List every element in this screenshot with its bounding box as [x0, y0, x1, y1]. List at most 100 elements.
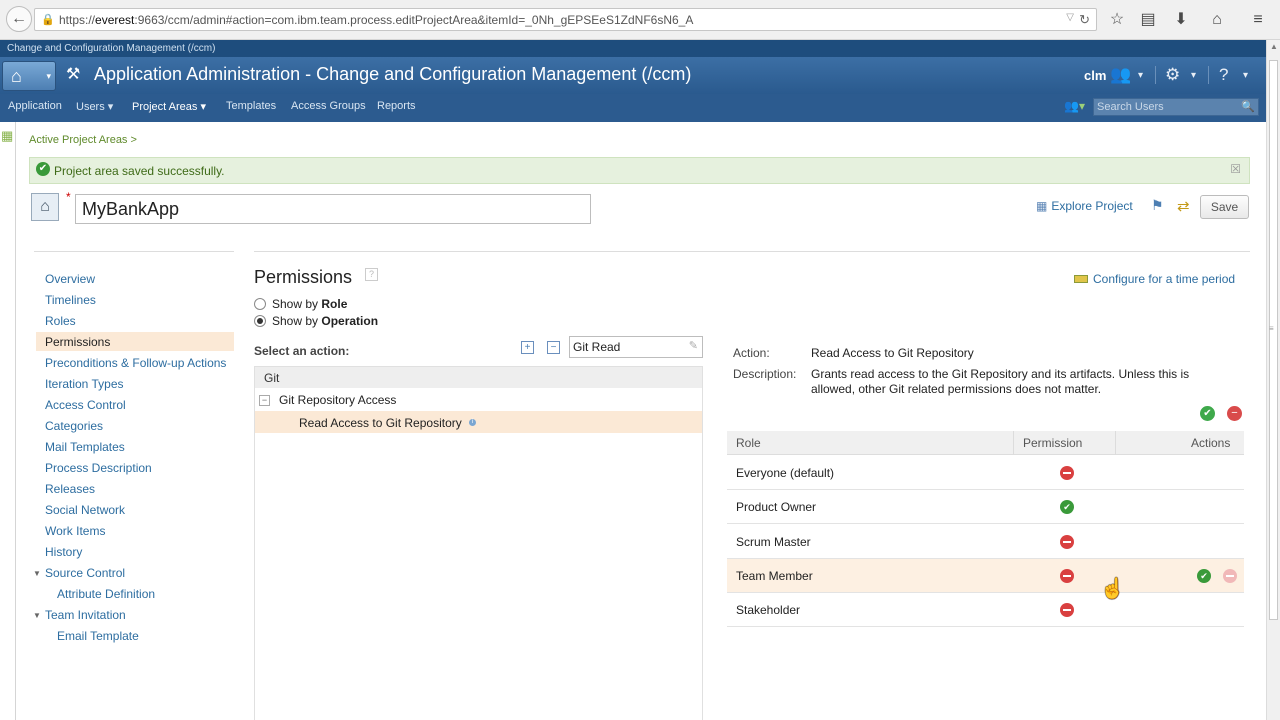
- deny-action-icon[interactable]: [1223, 569, 1237, 583]
- divider: [254, 251, 1250, 252]
- role-name: Stakeholder: [736, 603, 801, 617]
- nav-mail-templates[interactable]: Mail Templates: [45, 440, 125, 454]
- user-search-type-icon[interactable]: 👥▾: [1064, 99, 1085, 113]
- table-row[interactable]: Team Member ✔: [727, 559, 1244, 593]
- scrollbar-thumb[interactable]: [1269, 60, 1278, 620]
- explore-project-link[interactable]: ▦ Explore Project: [1036, 199, 1133, 213]
- help-icon[interactable]: ?: [1219, 65, 1228, 85]
- home-menu-button[interactable]: ⌂ ▾: [2, 61, 56, 91]
- show-by-role-radio[interactable]: [254, 298, 266, 310]
- chevron-down-icon[interactable]: ▾: [1138, 70, 1143, 81]
- nav-process-description[interactable]: Process Description: [45, 461, 152, 475]
- tree-node-read-access[interactable]: Read Access to Git Repository i: [255, 411, 702, 433]
- show-by-operation-radio[interactable]: [254, 315, 266, 327]
- close-icon[interactable]: ☒: [1230, 162, 1241, 176]
- nav-templates[interactable]: Templates: [226, 100, 276, 112]
- allow-all-icon[interactable]: ✔: [1200, 406, 1215, 421]
- role-table-header: Role Permission Actions: [727, 431, 1244, 455]
- chevron-down-icon[interactable]: ▾: [1243, 70, 1248, 81]
- reload-icon[interactable]: ↻: [1079, 12, 1090, 28]
- table-row[interactable]: Product Owner ✔: [727, 490, 1244, 524]
- reading-list-icon[interactable]: ▤: [1137, 9, 1159, 31]
- table-row[interactable]: Everyone (default): [727, 456, 1244, 490]
- project-area-name-field[interactable]: [75, 194, 591, 224]
- nav-email-template[interactable]: Email Template: [57, 629, 139, 643]
- role-name: Team Member: [736, 569, 813, 583]
- refresh-icon[interactable]: ⇄: [1177, 197, 1190, 215]
- lock-icon: 🔒: [41, 14, 55, 26]
- nav-access-groups[interactable]: Access Groups: [291, 100, 366, 112]
- tree-root-git[interactable]: Git: [255, 367, 702, 388]
- nav-permissions[interactable]: Permissions: [36, 332, 234, 351]
- nav-project-areas[interactable]: Project Areas ▾: [132, 100, 206, 113]
- scrollbar-grip: ≡: [1269, 324, 1274, 333]
- vertical-scrollbar[interactable]: ▲ ≡: [1266, 40, 1280, 720]
- gear-icon[interactable]: ⚙: [1165, 65, 1180, 85]
- action-filter-input[interactable]: Git Read ✎: [569, 336, 703, 358]
- select-action-label: Select an action:: [254, 344, 350, 358]
- scroll-up-icon[interactable]: ▲: [1270, 42, 1278, 51]
- column-divider: [1115, 431, 1116, 455]
- nav-overview[interactable]: Overview: [45, 272, 95, 286]
- user-name[interactable]: clm: [1084, 68, 1106, 83]
- menu-icon[interactable]: ≡: [1247, 9, 1269, 31]
- nav-users[interactable]: Users ▾: [76, 100, 113, 113]
- save-button[interactable]: Save: [1200, 195, 1249, 219]
- download-icon[interactable]: ⬇: [1170, 9, 1192, 31]
- grid-icon[interactable]: ▦: [1, 128, 13, 144]
- nav-attribute-definition[interactable]: Attribute Definition: [57, 587, 155, 601]
- nav-history[interactable]: History: [45, 545, 82, 559]
- nav-users-label: Users: [76, 101, 105, 113]
- expand-triangle-icon[interactable]: ▼: [33, 611, 41, 620]
- chevron-down-icon[interactable]: ▾: [1191, 70, 1196, 81]
- nav-work-items[interactable]: Work Items: [45, 524, 105, 538]
- role-name: Scrum Master: [736, 535, 811, 549]
- deny-all-icon[interactable]: −: [1227, 406, 1242, 421]
- feed-icon[interactable]: ⚑: [1151, 197, 1164, 214]
- app-header: ⌂ ▾ ⚒ Application Administration - Change…: [0, 57, 1266, 94]
- nav-iteration-types[interactable]: Iteration Types: [45, 377, 124, 391]
- show-by-operation-label: Show by Operation: [272, 314, 378, 328]
- operation-option-text: Operation: [321, 314, 379, 328]
- nav-reports[interactable]: Reports: [377, 100, 416, 112]
- nav-source-control[interactable]: Source Control: [45, 566, 125, 580]
- nav-team-invitation[interactable]: Team Invitation: [45, 608, 126, 622]
- url-dropdown-icon[interactable]: ▽: [1066, 12, 1074, 23]
- clear-filter-icon[interactable]: ✎: [689, 339, 698, 352]
- users-icon[interactable]: 👥: [1110, 65, 1131, 85]
- nav-preconditions[interactable]: Preconditions & Follow-up Actions: [45, 356, 226, 370]
- nav-social-network[interactable]: Social Network: [45, 503, 125, 517]
- column-divider: [1013, 431, 1014, 455]
- nav-releases[interactable]: Releases: [45, 482, 95, 496]
- bookmark-star-icon[interactable]: ☆: [1106, 9, 1128, 31]
- context-label: Change and Configuration Management (/cc…: [7, 43, 216, 54]
- home-icon[interactable]: ⌂: [1206, 9, 1228, 31]
- search-users-input[interactable]: Search Users 🔍: [1093, 98, 1259, 116]
- nav-roles[interactable]: Roles: [45, 314, 76, 328]
- search-icon[interactable]: 🔍: [1241, 100, 1255, 113]
- breadcrumb[interactable]: Active Project Areas >: [29, 134, 137, 146]
- table-row[interactable]: Scrum Master: [727, 525, 1244, 559]
- info-icon[interactable]: i: [469, 419, 476, 426]
- deny-icon: [1060, 603, 1074, 617]
- header-role: Role: [736, 436, 761, 450]
- role-name: Product Owner: [736, 500, 817, 514]
- expand-triangle-icon[interactable]: ▼: [33, 569, 41, 578]
- address-bar[interactable]: 🔒 https://everest:9663/ccm/admin#action=…: [34, 8, 1097, 31]
- url-text[interactable]: https://everest:9663/ccm/admin#action=co…: [59, 13, 693, 27]
- allow-action-icon[interactable]: ✔: [1197, 569, 1211, 583]
- configure-time-period-link[interactable]: Configure for a time period: [1074, 272, 1235, 286]
- nav-categories[interactable]: Categories: [45, 419, 103, 433]
- nav-application[interactable]: Application: [8, 100, 62, 112]
- expand-all-icon[interactable]: +: [521, 341, 534, 354]
- help-icon[interactable]: ?: [365, 268, 378, 281]
- notification-text: Project area saved successfully.: [54, 164, 225, 178]
- back-button[interactable]: ←: [6, 6, 32, 32]
- collapse-all-icon[interactable]: −: [547, 341, 560, 354]
- nav-timelines[interactable]: Timelines: [45, 293, 96, 307]
- collapse-node-icon[interactable]: −: [259, 395, 270, 406]
- tree-node-git-repository-access[interactable]: Git Repository Access: [279, 393, 396, 407]
- hand-cursor-icon: ☝: [1100, 578, 1125, 600]
- nav-access-control[interactable]: Access Control: [45, 398, 126, 412]
- table-row[interactable]: Stakeholder: [727, 593, 1244, 627]
